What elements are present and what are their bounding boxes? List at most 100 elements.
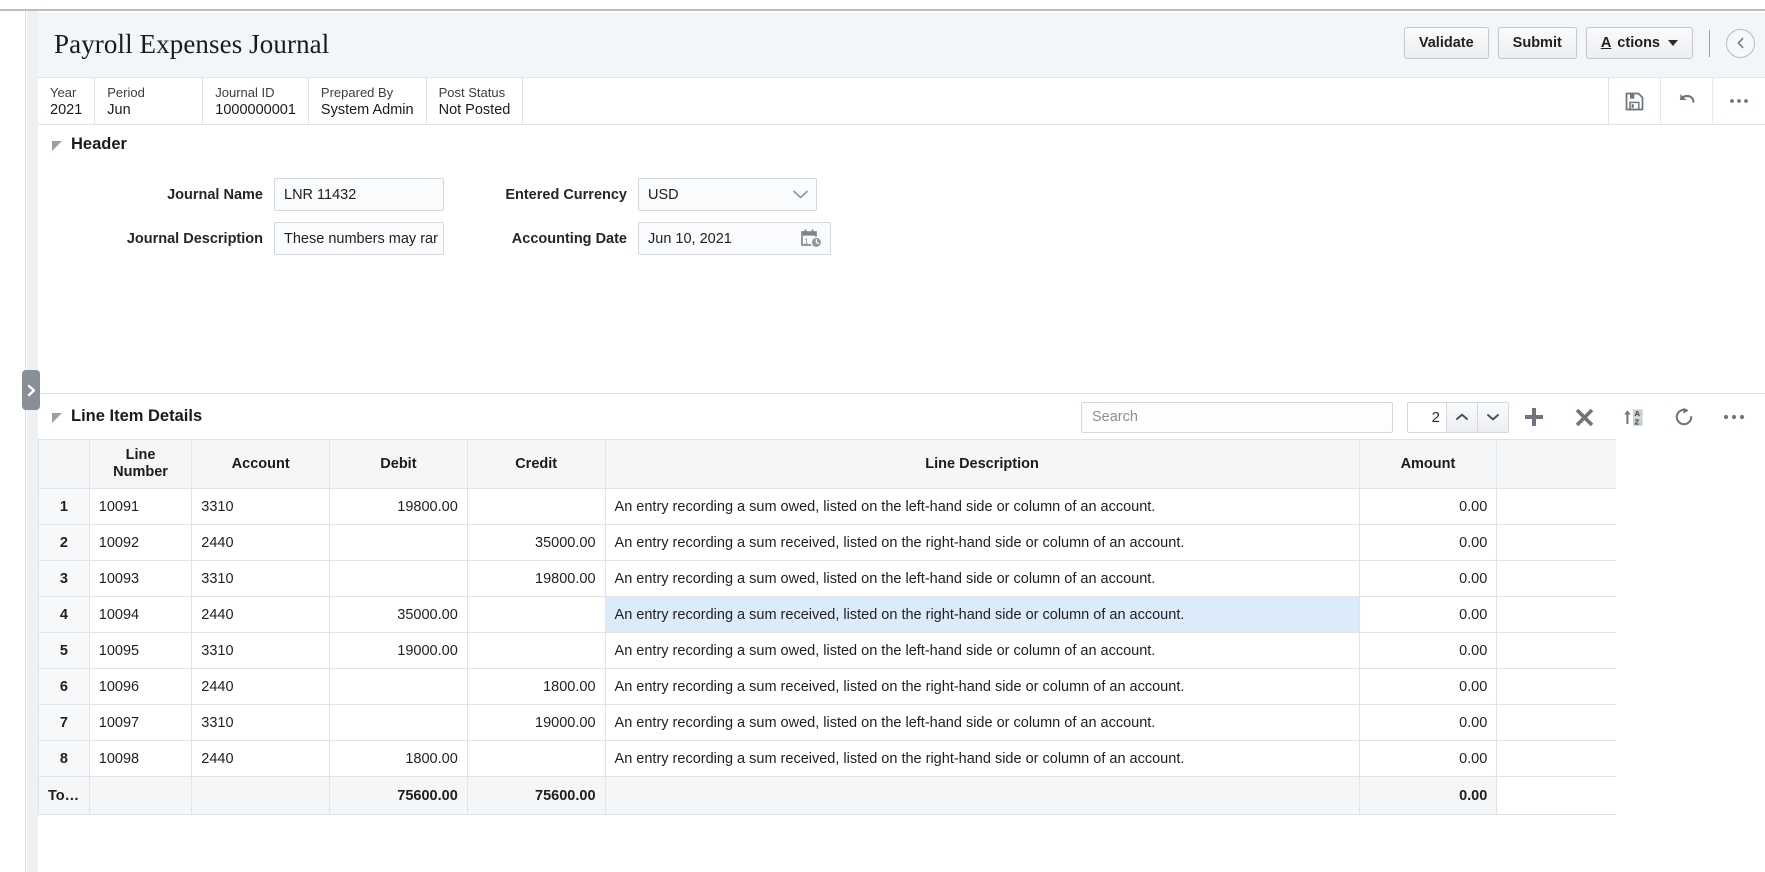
journal-summary-strip: Year 2021 Period Jun Journal ID 10000000…	[38, 78, 1765, 125]
cell-account[interactable]: 3310	[191, 704, 331, 741]
stepper-up-button[interactable]	[1446, 402, 1477, 432]
refresh-button[interactable]	[1659, 400, 1709, 434]
cell-debit[interactable]	[329, 668, 468, 705]
record-more-button[interactable]	[1713, 78, 1765, 124]
cell-debit[interactable]: 19000.00	[329, 632, 468, 669]
cell-amount[interactable]: 0.00	[1358, 704, 1498, 741]
cell-amount[interactable]: 0.00	[1358, 524, 1498, 561]
table-row[interactable]: 8 10098 2440 1800.00 An entry recording a su…	[38, 740, 1616, 777]
cell-account[interactable]: 2440	[191, 740, 331, 777]
date-picker-button[interactable]: 1	[800, 223, 823, 254]
cell-line-number[interactable]: 10096	[88, 668, 193, 705]
cell-description[interactable]: An entry recording a sum received, liste…	[604, 740, 1360, 777]
col-header-index[interactable]	[38, 439, 90, 489]
cell-line-number[interactable]: 10097	[88, 704, 193, 741]
cell-amount[interactable]: 0.00	[1358, 668, 1498, 705]
currency-dropdown-toggle[interactable]	[792, 179, 809, 210]
cell-description[interactable]: An entry recording a sum owed, listed on…	[604, 632, 1360, 669]
accounting-date-input[interactable]: Jun 10, 2021 1	[638, 222, 831, 255]
cell-amount[interactable]: 0.00	[1358, 632, 1498, 669]
cell-credit[interactable]	[466, 488, 606, 525]
cell-credit[interactable]: 35000.00	[466, 524, 606, 561]
table-row[interactable]: 3 10093 3310 19800.00 An entry recording a s…	[38, 560, 1616, 597]
col-header-line-number[interactable]: Line Number	[88, 439, 193, 489]
browser-chrome-left	[0, 11, 26, 872]
search-input[interactable]: Search	[1081, 401, 1393, 433]
cell-credit[interactable]	[466, 740, 606, 777]
save-button[interactable]	[1609, 78, 1661, 124]
cell-debit[interactable]: 1800.00	[329, 740, 468, 777]
journal-description-input[interactable]: These numbers may rar	[274, 222, 444, 255]
cell-line-number[interactable]: 10095	[88, 632, 193, 669]
header-section-toggle[interactable]: Header	[38, 125, 1765, 160]
cell-line-number[interactable]: 10098	[88, 740, 193, 777]
row-index: 3	[38, 560, 90, 597]
cell-amount[interactable]: 0.00	[1358, 560, 1498, 597]
journal-name-input[interactable]: LNR 11432	[274, 178, 444, 211]
expand-panel-handle[interactable]	[22, 370, 40, 410]
table-row[interactable]: 7 10097 3310 19000.00 An entry recording a s…	[38, 704, 1616, 741]
cell-amount[interactable]: 0.00	[1358, 488, 1498, 525]
actions-menu-button[interactable]: Actions	[1585, 27, 1693, 59]
stepper-down-button[interactable]	[1477, 402, 1508, 432]
cell-credit[interactable]: 1800.00	[466, 668, 606, 705]
col-header-debit[interactable]: Debit	[329, 439, 468, 489]
cell-description[interactable]: An entry recording a sum owed, listed on…	[604, 560, 1360, 597]
header-form-column-right: Entered Currency USD Accounting Date Jun…	[462, 178, 892, 265]
cell-debit[interactable]	[329, 560, 468, 597]
cell-account[interactable]: 3310	[191, 560, 331, 597]
validate-button[interactable]: Validate	[1403, 27, 1489, 59]
stepper-value-input[interactable]: 2	[1408, 402, 1446, 432]
row-index: 1	[38, 488, 90, 525]
cell-account[interactable]: 3310	[191, 632, 331, 669]
cell-credit[interactable]	[466, 632, 606, 669]
summary-fields: Year 2021 Period Jun Journal ID 10000000…	[38, 78, 524, 125]
cell-line-number[interactable]: 10094	[88, 596, 193, 633]
cell-line-number[interactable]: 10091	[88, 488, 193, 525]
summary-value: System Admin	[320, 101, 414, 118]
cell-account[interactable]: 2440	[191, 668, 331, 705]
table-row[interactable]: 6 10096 2440 1800.00 An entry recording a su…	[38, 668, 1616, 705]
cell-amount[interactable]: 0.00	[1358, 740, 1498, 777]
line-items-section-toggle[interactable]: Line Item Details	[38, 407, 202, 426]
cell-description[interactable]: An entry recording a sum owed, listed on…	[604, 704, 1360, 741]
submit-button[interactable]: Submit	[1497, 27, 1577, 59]
sort-button[interactable]: A Z	[1609, 400, 1659, 434]
cell-description[interactable]: An entry recording a sum received, liste…	[604, 596, 1360, 633]
cell-account[interactable]: 2440	[191, 596, 331, 633]
cell-credit[interactable]: 19000.00	[466, 704, 606, 741]
line-items-more-button[interactable]	[1709, 400, 1759, 434]
cell-debit[interactable]: 19800.00	[329, 488, 468, 525]
line-items-toolbar: Line Item Details Search 2 A Z	[38, 393, 1765, 439]
undo-button[interactable]	[1661, 78, 1713, 124]
cell-description[interactable]: An entry recording a sum received, liste…	[604, 668, 1360, 705]
cell-account[interactable]: 2440	[191, 524, 331, 561]
cell-debit[interactable]	[329, 524, 468, 561]
col-header-amount[interactable]: Amount	[1358, 439, 1498, 489]
cell-line-number[interactable]: 10092	[88, 524, 193, 561]
line-items-section-title: Line Item Details	[71, 407, 203, 425]
table-row[interactable]: 5 10095 3310 19000.00 An entry recording a s…	[38, 632, 1616, 669]
row-index: 5	[38, 632, 90, 669]
collapse-region-button[interactable]	[1726, 28, 1755, 58]
col-header-description[interactable]: Line Description	[604, 439, 1360, 489]
table-foot: Total 75600.00 75600.00 0.00	[38, 776, 1616, 815]
table-row[interactable]: 2 10092 2440 35000.00 An entry recording a s…	[38, 524, 1616, 561]
add-row-button[interactable]	[1509, 400, 1559, 434]
cell-account[interactable]: 3310	[191, 488, 331, 525]
row-index: 8	[38, 740, 90, 777]
delete-row-button[interactable]	[1559, 400, 1609, 434]
cell-line-number[interactable]: 10093	[88, 560, 193, 597]
cell-credit[interactable]	[466, 596, 606, 633]
table-row[interactable]: 1 10091 3310 19800.00 An entry recording a s…	[38, 488, 1616, 525]
col-header-account[interactable]: Account	[191, 439, 331, 489]
entered-currency-select[interactable]: USD	[638, 178, 817, 211]
cell-debit[interactable]: 35000.00	[329, 596, 468, 633]
cell-debit[interactable]	[329, 704, 468, 741]
table-row[interactable]: 4 10094 2440 35000.00 An entry recording a s…	[38, 596, 1616, 633]
cell-description[interactable]: An entry recording a sum received, liste…	[604, 524, 1360, 561]
cell-amount[interactable]: 0.00	[1358, 596, 1498, 633]
cell-credit[interactable]: 19800.00	[466, 560, 606, 597]
col-header-credit[interactable]: Credit	[466, 439, 606, 489]
cell-description[interactable]: An entry recording a sum owed, listed on…	[604, 488, 1360, 525]
